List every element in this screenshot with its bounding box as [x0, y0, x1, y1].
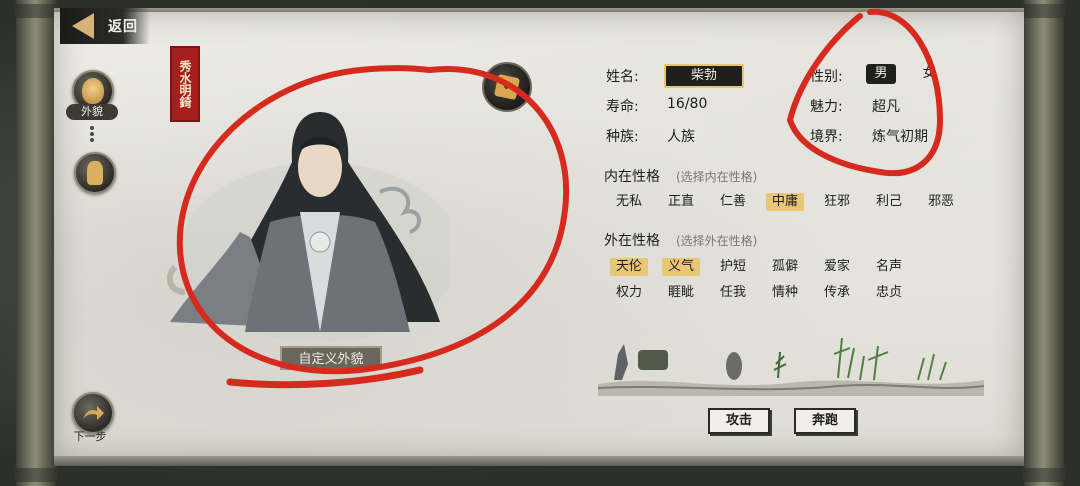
- inner-trait-option[interactable]: 利己: [870, 193, 908, 211]
- outer-trait-option[interactable]: 权力: [610, 284, 648, 302]
- outer-trait-option[interactable]: 护短: [714, 258, 752, 276]
- inner-trait-option-selected[interactable]: 中庸: [766, 193, 804, 211]
- name-label: 姓名:: [606, 69, 639, 85]
- outer-trait-option[interactable]: 孤僻: [766, 258, 804, 276]
- paper-edge-bottom: [54, 456, 1024, 466]
- inner-traits-hint: (选择内在性格): [676, 170, 758, 184]
- outer-trait-option-selected[interactable]: 义气: [662, 258, 700, 276]
- back-arrow-icon: [72, 13, 94, 39]
- attack-button[interactable]: 攻击: [708, 408, 770, 434]
- name-field[interactable]: 柴勃: [664, 64, 744, 88]
- outer-trait-option[interactable]: 睚眦: [662, 284, 700, 302]
- back-button[interactable]: 返回: [60, 8, 150, 44]
- inner-traits-title: 内在性格: [604, 169, 660, 185]
- realm-value: 炼气初期: [872, 129, 928, 145]
- lifespan-label: 寿命:: [606, 99, 639, 115]
- scroll-rod-right: [1020, 0, 1068, 486]
- gender-label: 性别:: [810, 69, 843, 85]
- outer-trait-option[interactable]: 任我: [714, 284, 752, 302]
- outer-trait-option[interactable]: 名声: [870, 258, 908, 276]
- scroll-rod-left: [12, 0, 60, 486]
- outer-trait-option[interactable]: 传承: [818, 284, 856, 302]
- gender-option-female[interactable]: 女: [914, 64, 944, 84]
- inner-trait-option[interactable]: 正直: [662, 193, 700, 211]
- dice-icon: [493, 73, 521, 101]
- race-label: 种族:: [606, 129, 639, 145]
- face-icon: [82, 78, 104, 104]
- figure-button[interactable]: [74, 152, 116, 194]
- race-value: 人族: [667, 129, 695, 145]
- randomize-button[interactable]: [482, 62, 532, 112]
- forward-arrow-icon: [83, 406, 104, 420]
- inner-trait-option[interactable]: 仁善: [714, 193, 752, 211]
- inner-trait-option[interactable]: 邪恶: [922, 193, 960, 211]
- flee-button[interactable]: 奔跑: [794, 408, 856, 434]
- next-step-label: 下一步: [73, 430, 107, 443]
- landscape-illustration: [598, 337, 984, 396]
- outer-trait-option[interactable]: 忠贞: [870, 284, 908, 302]
- character-portrait: [166, 112, 450, 342]
- inner-trait-option[interactable]: 无私: [610, 193, 648, 211]
- charm-value: 超凡: [872, 99, 900, 115]
- outer-trait-option-selected[interactable]: 天伦: [610, 258, 648, 276]
- outer-trait-option[interactable]: 情种: [766, 284, 804, 302]
- lifespan-value: 16/80: [667, 96, 708, 112]
- outer-trait-option[interactable]: 爱家: [818, 258, 856, 276]
- gender-option-male[interactable]: 男: [866, 64, 896, 84]
- outer-traits-title: 外在性格: [604, 233, 660, 249]
- more-dots-icon: [90, 124, 94, 144]
- appearance-label: 外貌: [66, 104, 118, 120]
- inner-trait-option[interactable]: 狂邪: [818, 193, 856, 211]
- charm-label: 魅力:: [810, 99, 843, 115]
- realm-label: 境界:: [810, 129, 843, 145]
- outer-traits-hint: (选择外在性格): [676, 234, 758, 248]
- figure-icon: [87, 161, 103, 185]
- customize-appearance-button[interactable]: 自定义外貌: [280, 346, 382, 370]
- back-label: 返回: [108, 19, 138, 35]
